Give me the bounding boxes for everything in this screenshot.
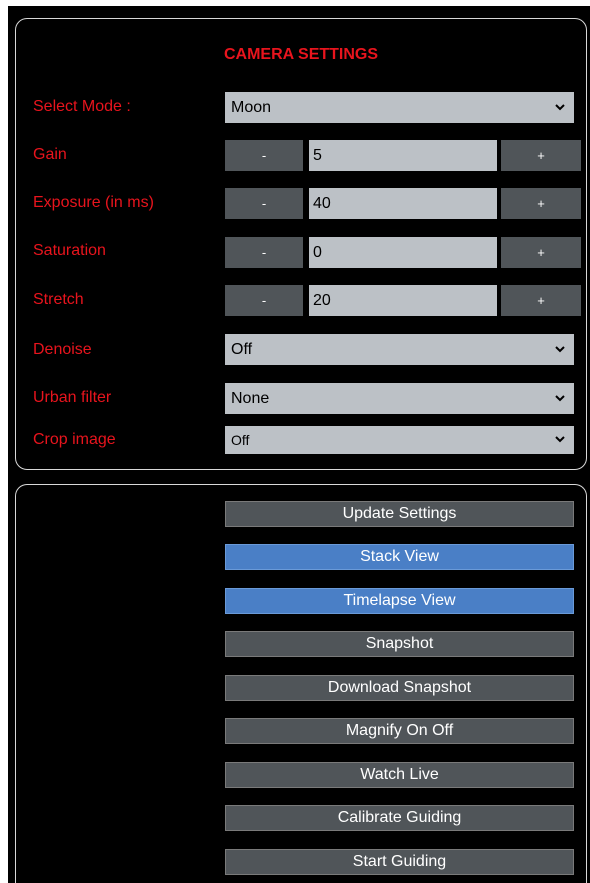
saturation-decrease-button[interactable]: - [225,237,303,268]
update-settings-button[interactable]: Update Settings [225,501,574,527]
download-snapshot-button[interactable]: Download Snapshot [225,675,574,701]
exposure-decrease-button[interactable]: - [225,188,303,219]
chevron-down-icon [555,345,565,352]
urban-filter-dropdown[interactable]: None [225,383,574,414]
select-mode-value: Moon [231,98,272,116]
start-guiding-button[interactable]: Start Guiding [225,849,574,875]
gain-decrease-button[interactable]: - [225,140,303,171]
crop-image-dropdown[interactable]: Off [225,426,574,454]
saturation-increase-button[interactable]: + [501,237,581,268]
stack-view-button[interactable]: Stack View [225,544,574,570]
gain-input[interactable]: 5 [309,140,497,171]
denoise-value: Off [231,340,253,358]
urban-filter-label: Urban filter [33,389,112,406]
chevron-down-icon [555,103,565,110]
chevron-down-icon [555,436,565,443]
watch-live-button[interactable]: Watch Live [225,762,574,788]
calibrate-guiding-button[interactable]: Calibrate Guiding [225,805,574,831]
denoise-label: Denoise [33,341,92,358]
exposure-input[interactable]: 40 [309,188,497,219]
select-mode-dropdown[interactable]: Moon [225,92,574,123]
snapshot-button[interactable]: Snapshot [225,631,574,657]
chevron-down-icon [555,394,565,401]
saturation-input[interactable]: 0 [309,237,497,268]
timelapse-view-button[interactable]: Timelapse View [225,588,574,614]
crop-image-value: Off [231,432,250,448]
exposure-label: Exposure (in ms) [33,194,154,211]
saturation-label: Saturation [33,242,106,259]
stretch-input[interactable]: 20 [309,285,497,316]
magnify-toggle-button[interactable]: Magnify On Off [225,718,574,744]
select-mode-label: Select Mode : [33,98,131,115]
stretch-increase-button[interactable]: + [501,285,581,316]
panel-title: CAMERA SETTINGS [223,46,379,63]
urban-filter-value: None [231,389,270,407]
denoise-dropdown[interactable]: Off [225,334,574,365]
gain-label: Gain [33,146,67,163]
crop-image-label: Crop image [33,431,116,448]
exposure-increase-button[interactable]: + [501,188,581,219]
stretch-decrease-button[interactable]: - [225,285,303,316]
gain-increase-button[interactable]: + [501,140,581,171]
stretch-label: Stretch [33,291,84,308]
